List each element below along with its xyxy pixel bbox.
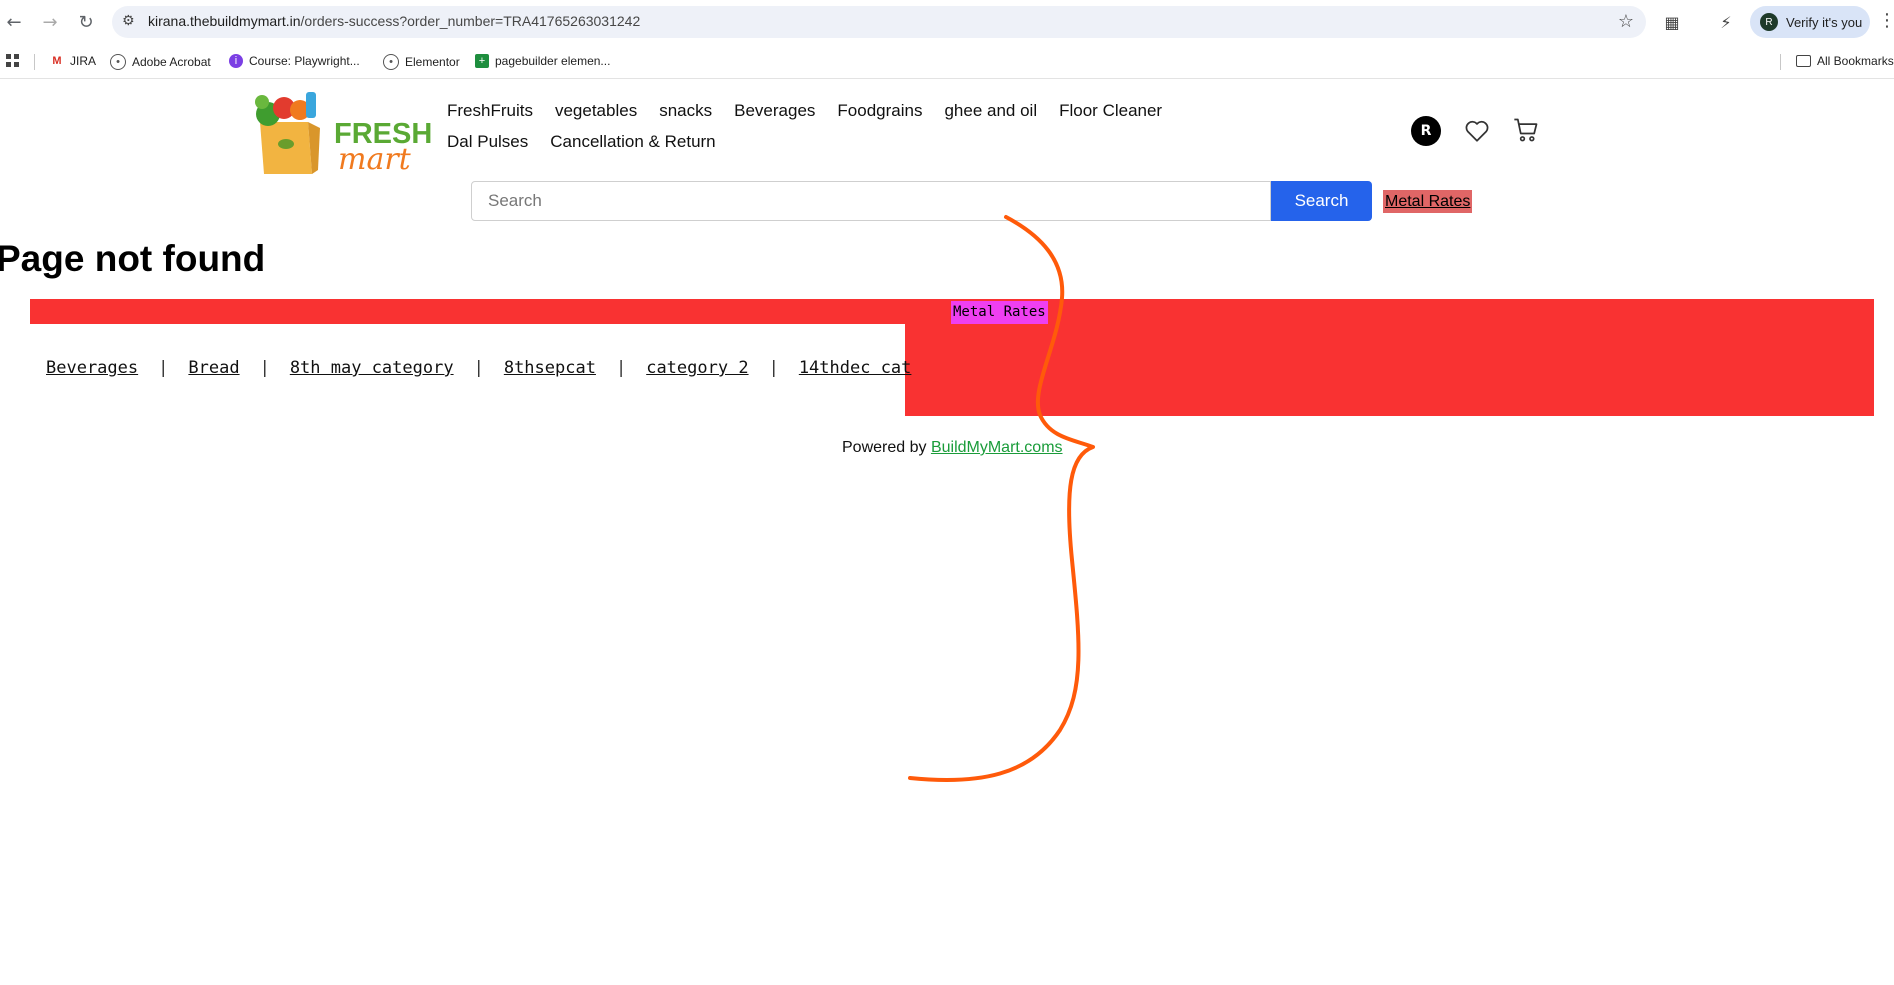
browser-toolbar: ← → ↻ ⚙ kirana.thebuildmymart.in/orders-… (0, 0, 1894, 44)
sheets-icon: + (475, 54, 489, 68)
apps-grid-icon[interactable] (6, 54, 20, 68)
performance-icon[interactable]: ⚡ (1716, 12, 1736, 32)
site-settings-icon[interactable]: ⚙ (122, 13, 140, 31)
bookmark-label: pagebuilder elemen... (495, 54, 611, 68)
nav-vegetables[interactable]: vegetables (555, 100, 637, 121)
nav-ghee-and-oil[interactable]: ghee and oil (944, 100, 1037, 121)
forward-icon[interactable]: → (38, 10, 62, 34)
chrome-menu-icon[interactable]: ⋮ (1878, 10, 1894, 31)
nav-dal-pulses[interactable]: Dal Pulses (447, 131, 528, 152)
metal-rates-banner-label[interactable]: Metal Rates (951, 301, 1048, 324)
gmail-icon: M (52, 55, 62, 67)
bookmark-jira[interactable]: M JIRA (50, 54, 96, 68)
category-separator: | (768, 358, 779, 378)
nav-snacks[interactable]: snacks (659, 100, 712, 121)
category-link[interactable]: 8th may category (290, 358, 454, 378)
category-separator: | (158, 358, 169, 378)
bookmark-label: JIRA (70, 54, 97, 68)
nav-beverages[interactable]: Beverages (734, 100, 815, 121)
powered-by: Powered by BuildMyMart.coms (842, 439, 1063, 457)
globe-icon: • (110, 54, 126, 70)
verify-label: Verify it's you (1786, 14, 1863, 30)
category-link[interactable]: Bread (188, 358, 239, 378)
cart-icon[interactable] (1512, 116, 1540, 144)
globe-icon: • (383, 54, 399, 70)
category-link[interactable]: category 2 (646, 358, 748, 378)
bookmark-label: Course: Playwright... (249, 54, 360, 68)
all-bookmarks-label: All Bookmarks (1817, 54, 1894, 68)
metal-rates-panel (905, 324, 1874, 416)
bookmark-label: Adobe Acrobat (132, 55, 211, 69)
url-host: kirana.thebuildmymart.in (148, 13, 301, 29)
bookmark-adobe-acrobat[interactable]: • Adobe Acrobat (110, 54, 211, 70)
bookmark-separator (1780, 54, 1781, 70)
category-link[interactable]: 8thsepcat (504, 358, 596, 378)
extensions-icon[interactable]: ▦ (1662, 12, 1682, 32)
nav-cancellation-return[interactable]: Cancellation & Return (550, 131, 715, 152)
bookmark-pagebuilder[interactable]: + pagebuilder elemen... (475, 54, 610, 68)
all-bookmarks-button[interactable]: All Bookmarks (1796, 54, 1894, 68)
powered-by-link[interactable]: BuildMyMart.coms (931, 439, 1063, 456)
main-nav: FreshFruits vegetables snacks Beverages Food… (447, 100, 1277, 162)
metal-rates-link[interactable]: Metal Rates (1383, 190, 1473, 213)
search-input[interactable] (471, 181, 1271, 221)
category-separator: | (259, 358, 270, 378)
powered-prefix: Powered by (842, 439, 931, 456)
wishlist-heart-icon[interactable] (1464, 118, 1490, 144)
user-avatar[interactable]: R (1411, 116, 1441, 146)
category-separator: | (473, 358, 484, 378)
back-icon[interactable]: ← (2, 10, 26, 34)
search-button[interactable]: Search (1271, 181, 1372, 221)
bookmark-elementor[interactable]: • Elementor (383, 54, 460, 70)
url-text: kirana.thebuildmymart.in/orders-success?… (148, 13, 640, 29)
category-links: Beverages | Bread | 8th may category | 8thsepc… (46, 358, 911, 378)
logo-text-mart: mart (338, 142, 411, 177)
bookmark-separator (34, 54, 35, 70)
category-link[interactable]: 14thdec cat (799, 358, 912, 378)
verify-profile-button[interactable]: R Verify it's you (1750, 6, 1870, 38)
folder-icon (1796, 55, 1811, 67)
category-link[interactable]: Beverages (46, 358, 138, 378)
bookmark-label: Elementor (405, 55, 460, 69)
bookmark-star-icon[interactable]: ☆ (1618, 11, 1634, 32)
address-bar[interactable]: ⚙ kirana.thebuildmymart.in/orders-succes… (112, 6, 1646, 38)
nav-freshfruits[interactable]: FreshFruits (447, 100, 533, 121)
nav-floor-cleaner[interactable]: Floor Cleaner (1059, 100, 1162, 121)
bookmarks-bar: M JIRA • Adobe Acrobat i Course: Playwri… (0, 46, 1894, 79)
reload-icon[interactable]: ↻ (74, 10, 98, 34)
profile-avatar: R (1760, 13, 1778, 31)
course-icon: i (229, 54, 243, 68)
page-title: Page not found (0, 238, 266, 279)
freshmart-logo[interactable]: FRESH mart (246, 84, 432, 177)
bookmark-course-playwright[interactable]: i Course: Playwright... (229, 54, 360, 68)
category-separator: | (615, 358, 627, 378)
nav-foodgrains[interactable]: Foodgrains (837, 100, 922, 121)
url-path: /orders-success?order_number=TRA41765263… (300, 13, 641, 29)
